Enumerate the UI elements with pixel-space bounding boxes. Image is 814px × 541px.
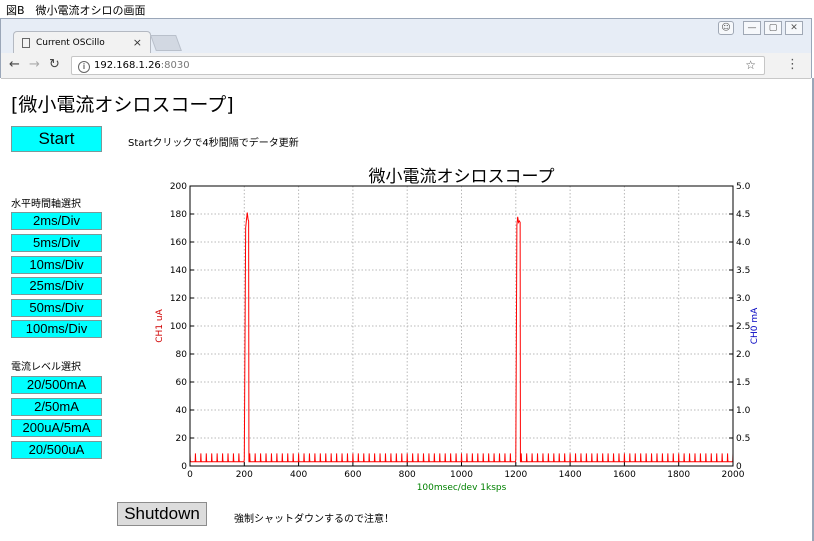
y2-tick-label: 2.0 (736, 350, 751, 360)
y2-tick-label: 2.5 (736, 322, 750, 332)
y2-tick-label: 1.0 (736, 406, 751, 416)
y-tick-label: 140 (170, 266, 187, 276)
x-tick-label: 1200 (504, 470, 527, 480)
level-20-500ma-button[interactable]: 20/500mA (11, 376, 102, 394)
x-tick-label: 600 (344, 470, 361, 480)
back-arrow-icon[interactable]: ← (9, 57, 20, 72)
tab-title: Current OSCillo (36, 37, 105, 48)
time-2ms-button[interactable]: 2ms/Div (11, 212, 102, 230)
y-tick-label: 40 (176, 406, 188, 416)
time-100ms-button[interactable]: 100ms/Div (11, 320, 102, 338)
profile-icon[interactable]: ☺ (718, 21, 734, 35)
x-tick-label: 1600 (613, 470, 636, 480)
y2-tick-label: 1.5 (736, 378, 750, 388)
y2-tick-label: 0.5 (736, 434, 750, 444)
x-tick-label: 1800 (667, 470, 690, 480)
x-tick-label: 1000 (450, 470, 473, 480)
page-icon (22, 37, 30, 48)
y-tick-label: 20 (176, 434, 188, 444)
y2-tick-label: 3.5 (736, 266, 750, 276)
y-tick-label: 0 (181, 462, 187, 472)
reload-icon[interactable]: ↻ (49, 57, 60, 72)
y2-tick-label: 3.0 (736, 294, 751, 304)
y2-tick-label: 0 (736, 462, 742, 472)
level-20-500ua-button[interactable]: 20/500uA (11, 441, 102, 459)
time-10ms-button[interactable]: 10ms/Div (11, 256, 102, 274)
y-tick-label: 180 (170, 210, 187, 220)
page-title: [微小電流オシロスコープ] (11, 94, 234, 116)
current-level-section-label: 電流レベル選択 (11, 362, 81, 373)
new-tab-button[interactable] (150, 35, 182, 51)
y-tick-label: 60 (176, 378, 188, 388)
browser-tab[interactable]: Current OSCillo × (13, 31, 151, 53)
tab-strip: Current OSCillo × ☺ — ▢ ✕ (1, 19, 811, 53)
level-2-50ma-button[interactable]: 2/50mA (11, 398, 102, 416)
start-button[interactable]: Start (11, 126, 102, 152)
y-tick-label: 120 (170, 294, 187, 304)
time-25ms-button[interactable]: 25ms/Div (11, 277, 102, 295)
shutdown-button[interactable]: Shutdown (117, 502, 207, 526)
x-tick-label: 0 (187, 470, 193, 480)
time-5ms-button[interactable]: 5ms/Div (11, 234, 102, 252)
forward-arrow-icon[interactable]: → (29, 57, 40, 72)
maximize-button[interactable]: ▢ (764, 21, 782, 35)
x-tick-label: 800 (399, 470, 416, 480)
y-tick-label: 200 (170, 182, 187, 192)
start-note: Startクリックで4秒間隔でデータ更新 (128, 138, 299, 149)
y2-tick-label: 4.5 (736, 210, 750, 220)
x-tick-label: 400 (290, 470, 307, 480)
bookmark-star-icon[interactable]: ☆ (745, 57, 756, 74)
x-axis-label: 100msec/dev 1ksps (417, 483, 507, 493)
y-tick-label: 80 (176, 350, 188, 360)
url-host: 192.168.1.26 (94, 60, 161, 71)
time-axis-section-label: 水平時間軸選択 (11, 199, 81, 210)
tab-close-icon[interactable]: × (133, 36, 142, 49)
address-bar[interactable]: i 192.168.1.26:8030 ☆ (71, 56, 765, 75)
menu-dots-icon[interactable]: ⋮ (786, 57, 799, 72)
level-200ua-5ma-button[interactable]: 200uA/5mA (11, 419, 102, 437)
browser-chrome: Current OSCillo × ☺ — ▢ ✕ ← → ↻ i 192.168… (0, 18, 812, 79)
oscilloscope-chart: 0 200 400 600 800 1000 1200 1400 1600 1800 2000020… (155, 167, 760, 493)
y2-tick-label: 5.0 (736, 182, 751, 192)
y-tick-label: 160 (170, 238, 187, 248)
y2-axis-label: CH0 mA (750, 307, 760, 344)
x-tick-label: 200 (236, 470, 253, 480)
y-tick-label: 100 (170, 322, 187, 332)
x-tick-label: 1400 (559, 470, 582, 480)
time-50ms-button[interactable]: 50ms/Div (11, 299, 102, 317)
shutdown-warning: 強制シャットダウンするので注意！ (234, 514, 394, 525)
minimize-button[interactable]: — (743, 21, 761, 35)
info-icon[interactable]: i (78, 61, 90, 73)
figure-caption: 図B 微小電流オシロの画面 (6, 4, 146, 17)
close-window-button[interactable]: ✕ (785, 21, 803, 35)
browser-toolbar: ← → ↻ i 192.168.1.26:8030 ☆ ⋮ (1, 53, 811, 79)
y-axis-label: CH1 uA (155, 308, 165, 342)
chart-title: 微小電流オシロスコープ (369, 167, 555, 187)
y2-tick-label: 4.0 (736, 238, 751, 248)
url-port: :8030 (160, 60, 190, 71)
window-controls: ☺ — ▢ ✕ (718, 21, 803, 35)
